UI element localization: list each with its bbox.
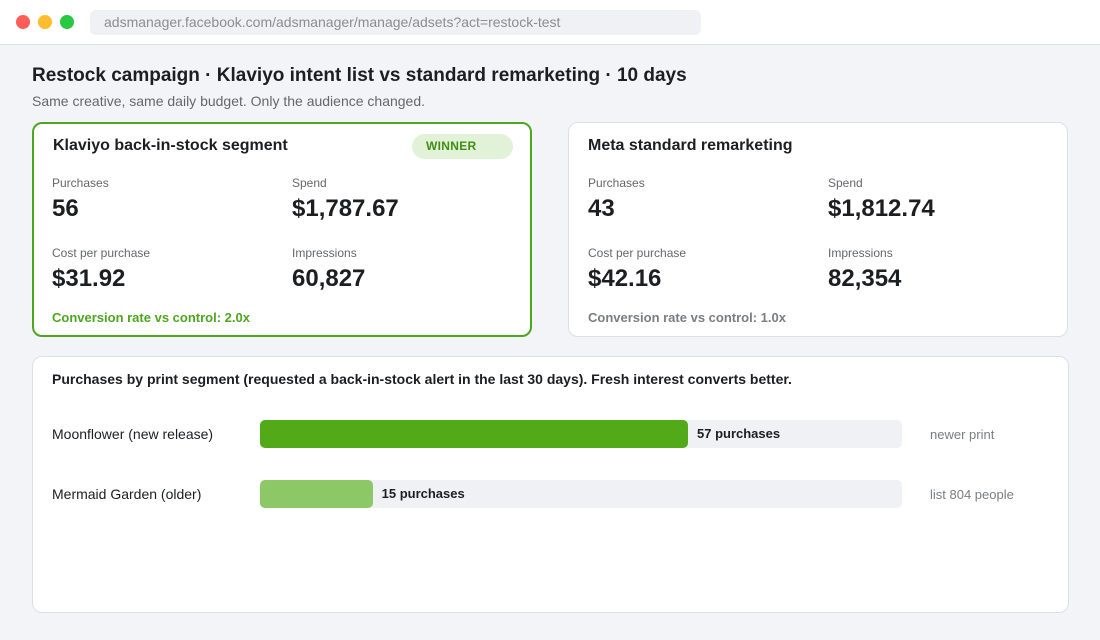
metric-label: Impressions	[828, 246, 893, 260]
metric-label: Purchases	[588, 176, 645, 190]
page-subtitle: Same creative, same daily budget. Only t…	[32, 93, 426, 109]
metric-value: 43	[588, 195, 615, 222]
bar-track: 15 purchases	[260, 480, 902, 508]
minimize-window-button[interactable]	[38, 15, 52, 29]
winner-adset-card[interactable]: Klaviyo back-in-stock segment WINNER Pur…	[32, 122, 532, 337]
spend-metric: Spend $1,812.74	[828, 176, 1028, 223]
address-bar[interactable]: adsmanager.facebook.com/adsmanager/manag…	[90, 10, 701, 35]
metric-value: 82,354	[828, 265, 902, 292]
purchase-bar	[260, 480, 373, 508]
conversion-rate-note: Conversion rate vs control: 1.0x	[588, 310, 786, 325]
segment-note: list 804 people	[930, 487, 1014, 502]
metric-value: $1,787.67	[292, 195, 399, 222]
page-title: Restock campaign · Klaviyo intent list v…	[32, 65, 687, 86]
conversion-rate-note: Conversion rate vs control: 2.0x	[52, 310, 250, 325]
winner-badge: WINNER	[412, 134, 513, 159]
metric-label: Impressions	[292, 246, 357, 260]
panel-title: Purchases by print segment (requested a …	[52, 371, 792, 387]
adset-name: Meta standard remarketing	[588, 137, 793, 154]
metric-value: 60,827	[292, 265, 366, 292]
purchase-bar	[260, 420, 688, 448]
segment-label: Moonflower (new release)	[52, 426, 214, 442]
spend-metric: Spend $1,787.67	[292, 176, 492, 223]
segment-label: Mermaid Garden (older)	[52, 486, 202, 502]
metric-label: Purchases	[52, 176, 109, 190]
control-adset-card[interactable]: Meta standard remarketing Purchases 43 S…	[568, 122, 1068, 337]
metric-value: $1,812.74	[828, 195, 935, 222]
metric-label: Cost per purchase	[588, 246, 687, 260]
impressions-metric: Impressions 60,827	[292, 246, 492, 293]
bar-track: 57 purchases	[260, 420, 902, 448]
maximize-window-button[interactable]	[60, 15, 74, 29]
impressions-metric: Impressions 82,354	[828, 246, 1028, 293]
purchases-metric: Purchases 56	[52, 176, 252, 223]
browser-toolbar: adsmanager.facebook.com/adsmanager/manag…	[0, 0, 1100, 45]
segment-row[interactable]: Mermaid Garden (older) 15 purchases list…	[33, 480, 1068, 508]
adset-name: Klaviyo back-in-stock segment	[53, 137, 288, 154]
metric-value: $31.92	[52, 265, 126, 292]
bar-value-label: 15 purchases	[381, 486, 465, 501]
bar-value-label: 57 purchases	[697, 426, 781, 441]
close-window-button[interactable]	[16, 15, 30, 29]
metric-label: Spend	[828, 176, 863, 190]
purchases-metric: Purchases 43	[588, 176, 788, 223]
metric-label: Cost per purchase	[52, 246, 151, 260]
segment-note: newer print	[930, 427, 995, 442]
metric-value: 56	[52, 195, 79, 222]
cost-per-purchase-metric: Cost per purchase $31.92	[52, 246, 252, 293]
metric-value: $42.16	[588, 265, 662, 292]
segment-breakdown-panel: Purchases by print segment (requested a …	[32, 356, 1069, 613]
metric-label: Spend	[292, 176, 327, 190]
cost-per-purchase-metric: Cost per purchase $42.16	[588, 246, 788, 293]
segment-row[interactable]: Moonflower (new release) 57 purchases ne…	[33, 420, 1068, 448]
